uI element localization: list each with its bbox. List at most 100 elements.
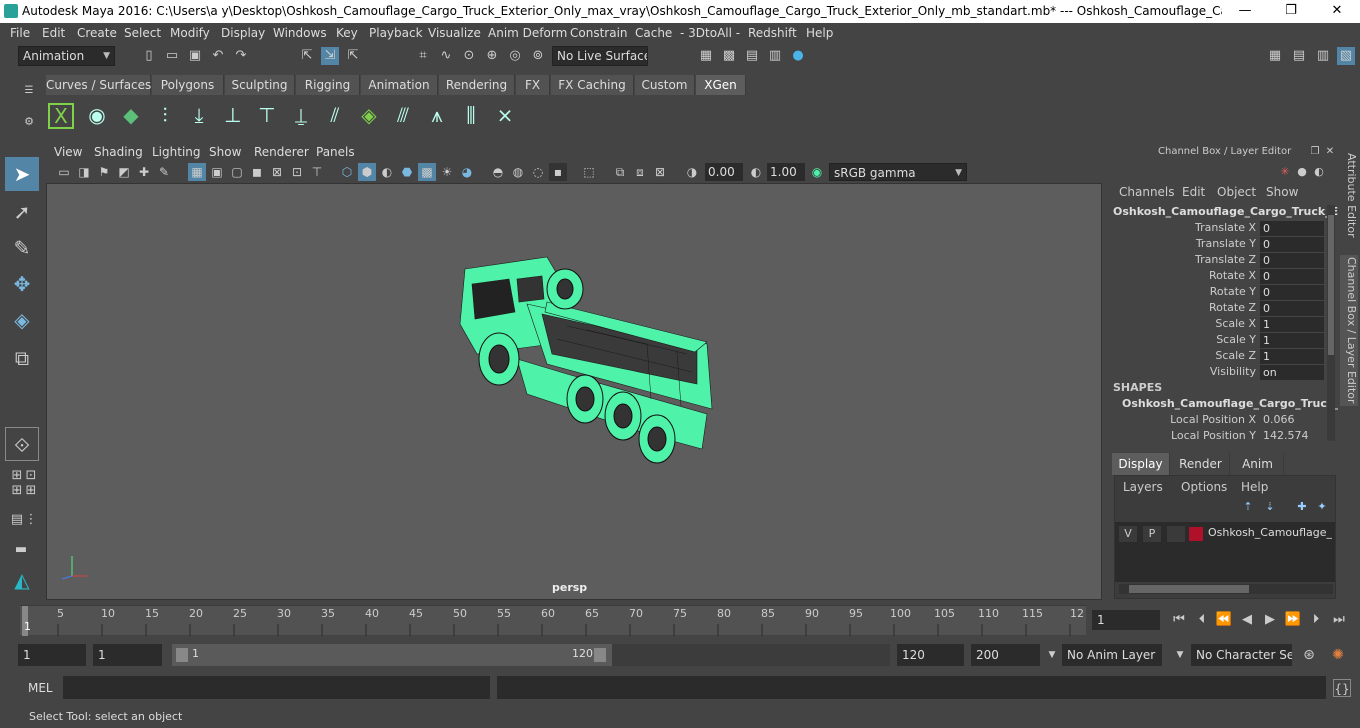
attr-value-visibility[interactable]: on bbox=[1260, 365, 1324, 380]
shelf-tab-animation[interactable]: Animation bbox=[361, 75, 438, 95]
field-chart-icon[interactable]: ⊠ bbox=[268, 163, 286, 181]
2d-pan-zoom-icon[interactable]: ✚ bbox=[135, 163, 153, 181]
range-start-handle[interactable] bbox=[176, 648, 188, 662]
gamma-icon[interactable]: ◐ bbox=[747, 163, 765, 181]
xgen-grid-icon[interactable]: ◈ bbox=[354, 100, 384, 130]
hypershade-layout-icon[interactable]: ▬ bbox=[12, 541, 30, 559]
layer-tab-anim[interactable]: Anim bbox=[1232, 453, 1284, 475]
menu-visualize[interactable]: Visualize bbox=[428, 26, 481, 40]
layer-display-type-toggle[interactable] bbox=[1167, 526, 1185, 542]
playback-end-field[interactable]: 120 bbox=[897, 644, 964, 666]
attr-value-rotate-y[interactable]: 0 bbox=[1260, 285, 1324, 300]
layer-horizontal-scrollbar[interactable] bbox=[1119, 584, 1333, 594]
graph-layout-icon[interactable]: ⊞ bbox=[22, 482, 40, 500]
channel-box-toggle-icon[interactable]: ▧ bbox=[1337, 47, 1355, 65]
camera-select-icon[interactable]: ▭ bbox=[55, 163, 73, 181]
move-layer-up-icon[interactable]: ⇡ bbox=[1239, 498, 1257, 516]
attribute-editor-tab[interactable]: Attribute Editor bbox=[1340, 153, 1358, 238]
layer-name[interactable]: Oshkosh_Camouflage_C bbox=[1208, 526, 1332, 539]
viewport-menu-panels[interactable]: Panels bbox=[316, 145, 355, 159]
object-name[interactable]: Oshkosh_Camouflage_Cargo_Truck_E... bbox=[1113, 205, 1351, 218]
attr-value-translate-x[interactable]: 0 bbox=[1260, 221, 1324, 236]
close-button[interactable]: ✕ bbox=[1314, 0, 1360, 23]
menu-constrain[interactable]: Constrain bbox=[570, 26, 628, 40]
ambient-occlusion-icon[interactable]: ◓ bbox=[489, 163, 507, 181]
lasso-tool-icon[interactable]: ➚ bbox=[5, 195, 39, 229]
xgen-place-icon[interactable]: ⤓ bbox=[184, 100, 214, 130]
xgen-add-guide-icon[interactable]: ⊥ bbox=[218, 100, 248, 130]
layer-color-swatch[interactable] bbox=[1189, 527, 1203, 541]
shadows-icon[interactable]: ◕ bbox=[458, 163, 476, 181]
gamma-field[interactable]: 1.00 bbox=[767, 163, 805, 181]
step-forward-key-icon[interactable]: ⏩ bbox=[1284, 611, 1302, 629]
xgen-delete-guide-icon[interactable]: ⨯ bbox=[490, 100, 520, 130]
channel-box-scrollbar[interactable] bbox=[1327, 205, 1335, 441]
select-hierarchy-icon[interactable]: ⇱ bbox=[298, 47, 316, 65]
render-view-icon[interactable]: ▥ bbox=[766, 47, 784, 65]
camera-attributes-icon[interactable]: ◨ bbox=[75, 163, 93, 181]
range-slider[interactable]: 1 120 bbox=[172, 644, 612, 666]
auto-key-icon[interactable]: ⊛ bbox=[1300, 646, 1318, 664]
menu-cache[interactable]: Cache bbox=[635, 26, 672, 40]
attr-value-scale-y[interactable]: 1 bbox=[1260, 333, 1324, 348]
animation-end-field[interactable]: 200 bbox=[971, 644, 1040, 666]
layer-visibility-toggle[interactable]: V bbox=[1119, 526, 1137, 542]
image-plane-icon[interactable]: ◩ bbox=[115, 163, 133, 181]
shelf-tab-polygons[interactable]: Polygons bbox=[152, 75, 224, 95]
snap-surface-icon[interactable]: ◎ bbox=[506, 47, 524, 65]
viewport-menu-lighting[interactable]: Lighting bbox=[152, 145, 201, 159]
attr-value-scale-x[interactable]: 1 bbox=[1260, 317, 1324, 332]
xgen-sculpt-icon[interactable]: ⫻ bbox=[388, 100, 418, 130]
shelf-tab-fx[interactable]: FX bbox=[516, 75, 550, 95]
default-material-icon[interactable]: ⬣ bbox=[398, 163, 416, 181]
animation-preferences-icon[interactable]: ✺ bbox=[1329, 646, 1347, 664]
snap-point-icon[interactable]: ⊙ bbox=[460, 47, 478, 65]
attr-value-rotate-z[interactable]: 0 bbox=[1260, 301, 1324, 316]
step-back-frame-icon[interactable]: ⏴ bbox=[1193, 611, 1211, 629]
menu-modify[interactable]: Modify bbox=[170, 26, 210, 40]
time-slider-track[interactable]: 1 5 10 15 20 25 30 35 40 45 50 55 60 65 … bbox=[20, 605, 1086, 636]
paint-select-tool-icon[interactable]: ✎ bbox=[5, 231, 39, 265]
layer-help-menu[interactable]: Help bbox=[1241, 480, 1268, 494]
bookmark-icon[interactable]: ⚑ bbox=[95, 163, 113, 181]
viewport-menu-shading[interactable]: Shading bbox=[94, 145, 143, 159]
channels-menu[interactable]: Channels bbox=[1119, 185, 1175, 199]
script-editor-icon[interactable]: {} bbox=[1333, 679, 1351, 697]
undo-icon[interactable]: ↶ bbox=[209, 47, 227, 65]
attr-value-translate-y[interactable]: 0 bbox=[1260, 237, 1324, 252]
maximize-button[interactable]: ❐ bbox=[1268, 0, 1314, 23]
depth-of-field-icon[interactable]: ▪ bbox=[549, 163, 567, 181]
object-menu[interactable]: Object bbox=[1217, 185, 1256, 199]
backface-culling-icon[interactable]: ⊠ bbox=[651, 163, 669, 181]
snap-curve-icon[interactable]: ∿ bbox=[437, 47, 455, 65]
xgen-clump-icon[interactable]: ⫼ bbox=[456, 100, 486, 130]
menu-key[interactable]: Key bbox=[336, 26, 358, 40]
scale-tool-icon[interactable]: ⧉ bbox=[5, 341, 39, 375]
select-tool-icon[interactable]: ➤ bbox=[5, 157, 39, 191]
viewport-menu-show[interactable]: Show bbox=[209, 145, 241, 159]
layers-menu[interactable]: Layers bbox=[1123, 480, 1163, 494]
shape-name[interactable]: Oshkosh_Camouflage_Cargo_Truck_... bbox=[1122, 397, 1352, 410]
xgen-comb-icon[interactable]: ⫽ bbox=[320, 100, 350, 130]
shelf-tab-curves-surfaces[interactable]: Curves / Surfaces bbox=[46, 75, 151, 95]
xgen-guide-visibility-icon[interactable]: ⊤ bbox=[252, 100, 282, 130]
layer-tab-display[interactable]: Display bbox=[1112, 453, 1170, 475]
ipr-render-icon[interactable]: ▤ bbox=[743, 47, 761, 65]
motion-blur-icon[interactable]: ◍ bbox=[509, 163, 527, 181]
wireframe-icon[interactable]: ⬡ bbox=[338, 163, 356, 181]
xgen-add-spline-icon[interactable]: ⫶ bbox=[150, 100, 180, 130]
shelf-menu-icon[interactable]: ☰ bbox=[20, 82, 38, 100]
channel-box-settings-icon[interactable]: ◐ bbox=[1310, 163, 1328, 181]
perspective-viewport[interactable]: persp bbox=[46, 183, 1102, 600]
menu-3dtoall[interactable]: - 3DtoAll - bbox=[680, 26, 740, 40]
attribute-editor-toggle-icon[interactable]: ▥ bbox=[1314, 47, 1332, 65]
menu-windows[interactable]: Windows bbox=[273, 26, 327, 40]
attr-value-rotate-x[interactable]: 0 bbox=[1260, 269, 1324, 284]
channel-box-key-icon[interactable]: ✳ bbox=[1276, 163, 1294, 181]
attr-value-translate-z[interactable]: 0 bbox=[1260, 253, 1324, 268]
shelf-settings-gear-icon[interactable]: ⚙ bbox=[20, 113, 38, 131]
color-management-icon[interactable]: ◉ bbox=[808, 163, 826, 181]
workspace-icon[interactable]: ▦ bbox=[1266, 47, 1284, 65]
play-forwards-icon[interactable]: ▶ bbox=[1261, 611, 1279, 629]
render-settings-icon[interactable]: ▦ bbox=[697, 47, 715, 65]
